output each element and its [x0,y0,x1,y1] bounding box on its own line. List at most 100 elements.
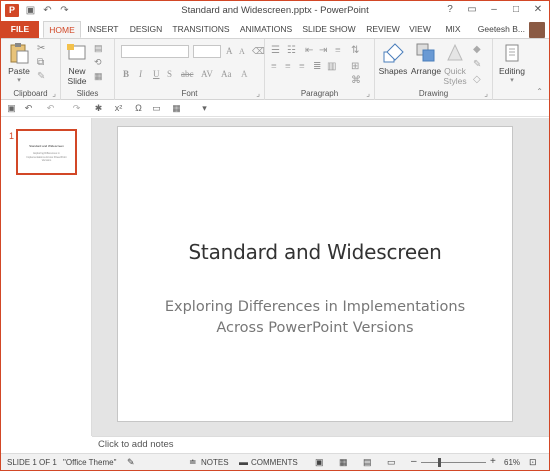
change-case-icon[interactable]: Aa [221,69,232,79]
shape-outline-icon[interactable]: ✎ [473,59,481,70]
zoom-slider-thumb[interactable] [438,458,442,467]
tab-insert[interactable]: INSERT [84,21,122,38]
tab-view[interactable]: VIEW [405,21,435,38]
tab-transitions[interactable]: TRANSITIONS [169,21,233,38]
notes-icon[interactable]: ≐ [189,457,197,468]
font-name-combo[interactable] [121,45,189,58]
smartart-icon[interactable]: ⌘ [351,75,361,86]
drawing-group-label: Drawing [418,89,449,98]
editing-button[interactable]: Editing ▾ [495,42,529,86]
editing-icon [501,42,523,64]
slide-show-icon[interactable]: ▭ [387,457,396,468]
qat-redo-icon[interactable]: ↷ [71,103,82,114]
comments-icon[interactable]: ▬ [239,457,248,467]
qat-subscript-icon[interactable]: x² [113,103,124,114]
notes-toggle[interactable]: NOTES [201,458,229,467]
align-text-icon[interactable]: ⊞ [351,61,359,72]
qat-customize-icon[interactable]: ▾ [199,103,210,114]
font-color-icon[interactable]: A [241,69,248,79]
tab-design[interactable]: DESIGN [125,21,167,38]
normal-view-icon[interactable]: ▣ [315,457,324,468]
comments-toggle[interactable]: COMMENTS [251,458,298,467]
new-slide-button[interactable]: New Slide [63,42,91,86]
layout-icon[interactable]: ▤ [94,43,105,53]
zoom-level[interactable]: 61% [504,458,520,467]
paragraph-launcher-icon[interactable]: ⌟ [366,89,370,98]
slide-title[interactable]: Standard and Widescreen [118,240,512,264]
zoom-slider-track[interactable] [421,462,486,463]
arrange-button[interactable]: Arrange [409,42,443,76]
qat-arrange-icon[interactable]: ▦ [171,103,182,114]
thumbnail-subtitle: Exploring Differences in Implementations… [26,152,67,162]
align-center-icon[interactable]: ≡ [285,61,291,72]
align-left-icon[interactable]: ≡ [271,61,277,72]
zoom-in-icon[interactable]: + [490,456,496,467]
line-spacing-icon[interactable]: ≡ [335,45,341,56]
collapse-ribbon-icon[interactable]: ⌃ [536,87,543,96]
quick-styles-label-2: Styles [443,76,467,86]
underline-icon[interactable]: U [153,69,160,79]
paragraph-group-label: Paragraph [300,89,339,98]
slide-subtitle[interactable]: Exploring Differences in Implementations… [158,297,472,339]
qat-style-icon[interactable]: ✱ [93,103,104,114]
font-launcher-icon[interactable]: ⌟ [256,89,260,98]
shadow-icon[interactable]: S [167,69,172,79]
shapes-button[interactable]: Shapes [377,42,409,76]
maximize-icon[interactable]: □ [505,1,527,19]
strikethrough-icon[interactable]: abc [181,69,194,79]
tab-mix[interactable]: MIX [439,21,467,38]
text-direction-icon[interactable]: ⇅ [351,45,359,56]
paste-button[interactable]: Paste ▾ [5,42,33,86]
spell-check-icon[interactable]: ✎ [127,457,135,468]
tab-animations[interactable]: ANIMATIONS [235,21,297,38]
shape-fill-icon[interactable]: ◆ [473,44,481,55]
reading-view-icon[interactable]: ▤ [363,457,372,468]
format-painter-icon[interactable]: ✎ [37,71,48,82]
columns-icon[interactable]: ▥ [327,61,336,72]
slide-sorter-icon[interactable]: ▦ [339,457,348,468]
tab-home[interactable]: HOME [43,21,81,38]
numbering-icon[interactable]: ☷ [287,45,296,56]
bullets-icon[interactable]: ☰ [271,45,280,56]
shape-effects-icon[interactable]: ◇ [473,74,481,85]
cut-icon[interactable]: ✂ [37,43,48,54]
slide-thumbnail[interactable]: Standard and Widescreen Exploring Differ… [16,129,77,175]
bold-icon[interactable]: B [123,69,129,79]
qat-undo-icon[interactable]: ↶ [23,103,34,114]
tab-file[interactable]: FILE [1,21,39,38]
increase-indent-icon[interactable]: ⇥ [319,45,327,56]
close-icon[interactable]: ✕ [527,1,549,19]
grow-font-icon[interactable]: A [226,46,233,56]
italic-icon[interactable]: I [139,69,142,79]
font-size-combo[interactable] [193,45,221,58]
section-icon[interactable]: ▦ [94,71,105,81]
clear-format-icon[interactable]: ⌫ [252,46,265,57]
tab-review[interactable]: REVIEW [363,21,403,38]
help-icon[interactable]: ? [439,1,461,19]
ribbon-display-icon[interactable]: ▭ [461,1,483,19]
qat-save-icon[interactable]: ▣ [6,103,17,114]
shrink-font-icon[interactable]: A [239,47,245,56]
minimize-icon[interactable]: – [483,1,505,19]
tab-slide-show[interactable]: SLIDE SHOW [299,21,359,38]
clipboard-launcher-icon[interactable]: ⌟ [52,89,56,98]
slide[interactable]: Standard and Widescreen Exploring Differ… [117,126,513,422]
copy-icon[interactable]: ⧉ [37,57,48,68]
char-spacing-icon[interactable]: AV [201,69,213,79]
decrease-indent-icon[interactable]: ⇤ [305,45,313,56]
qat-picture-icon[interactable]: ▭ [151,103,162,114]
justify-icon[interactable]: ≣ [313,61,321,72]
reset-icon[interactable]: ⟲ [94,57,105,67]
avatar[interactable] [529,22,545,38]
qat-undo-more-icon[interactable]: ↶ [45,103,56,114]
align-right-icon[interactable]: ≡ [299,61,305,72]
new-slide-label-1: New [68,66,86,76]
notes-pane[interactable]: Click to add notes [92,436,549,453]
user-name[interactable]: Geetesh B... [478,21,525,38]
fit-slide-icon[interactable]: ⊡ [529,457,537,468]
qat-symbol-icon[interactable]: Ω [133,103,144,114]
quick-styles-button[interactable]: Quick Styles [441,42,469,86]
zoom-out-icon[interactable]: – [411,456,417,467]
drawing-launcher-icon[interactable]: ⌟ [484,89,488,98]
slide-count-status: SLIDE 1 OF 1 [7,458,57,467]
